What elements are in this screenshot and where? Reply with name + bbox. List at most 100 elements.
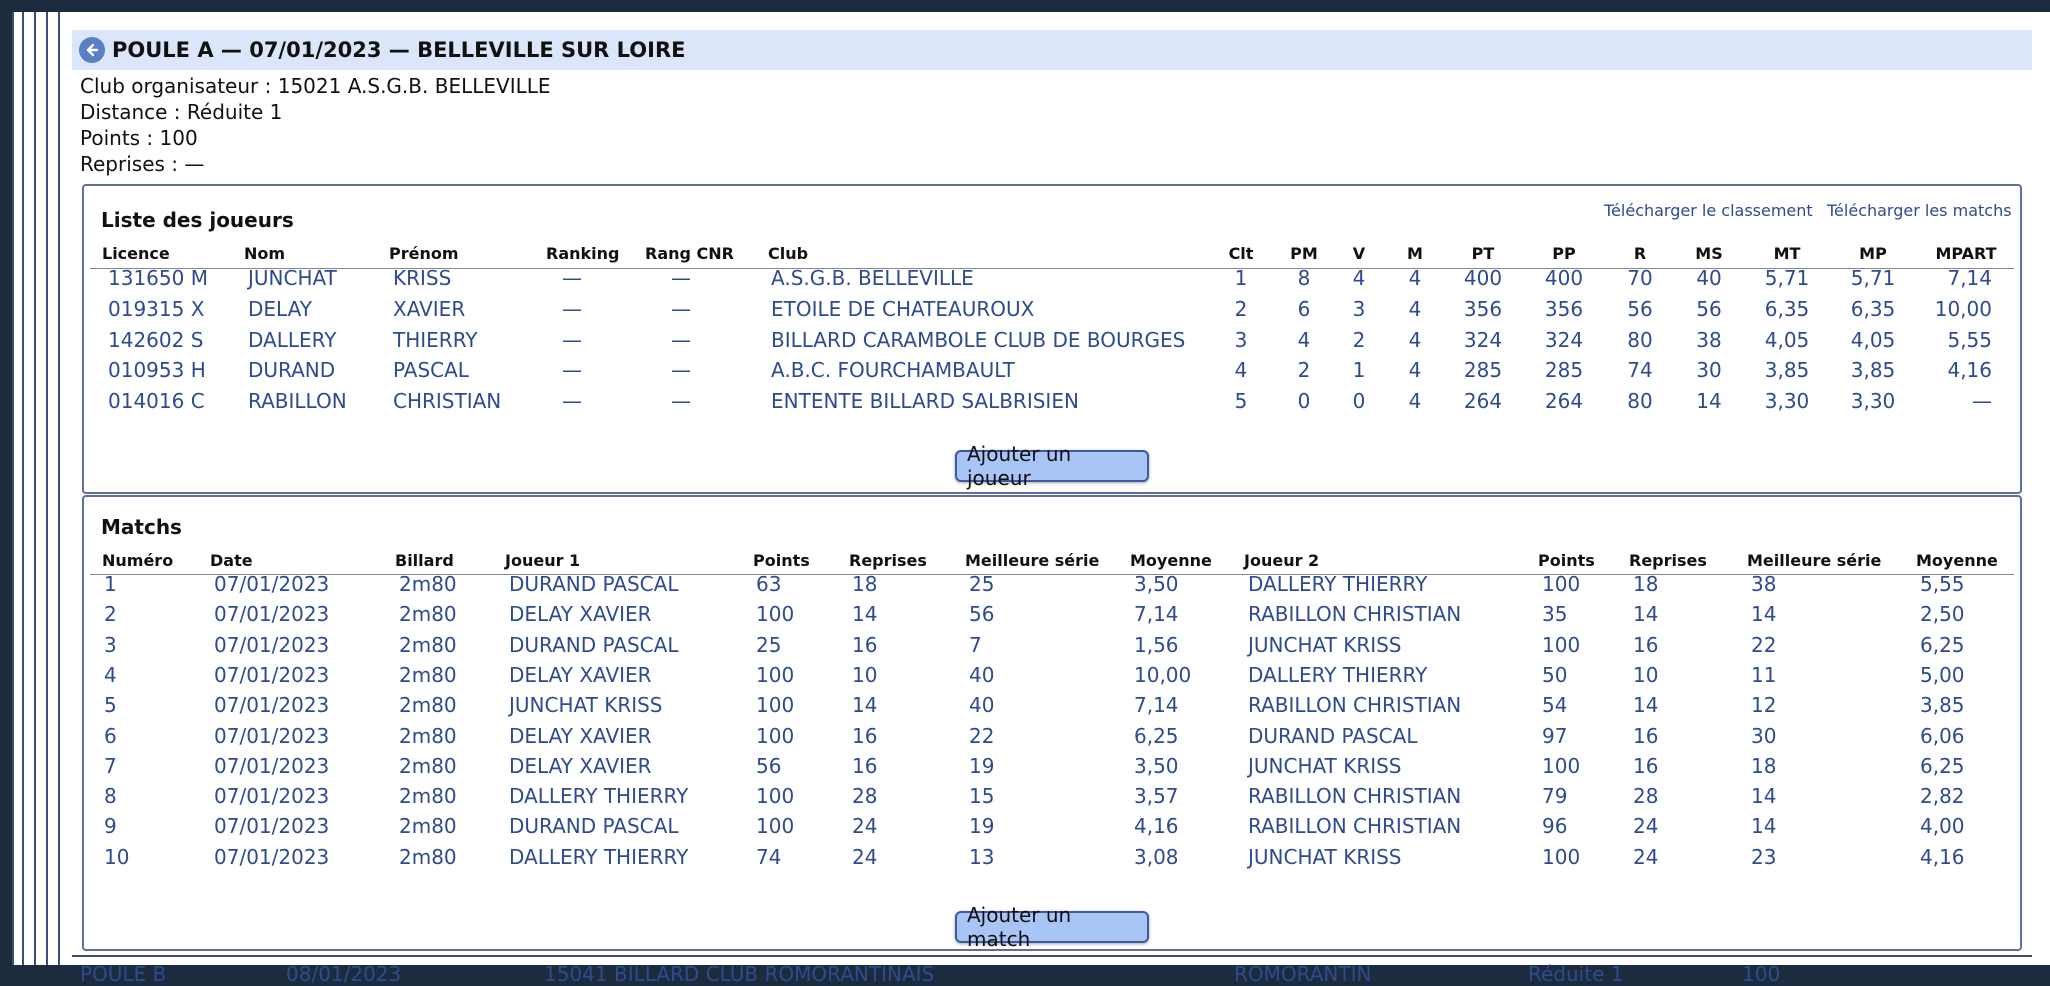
matches-column-header[interactable]: Billard [395,551,454,570]
matches-column-header[interactable]: Moyenne [1916,551,1998,570]
matches-table-cell: 07/01/2023 [214,663,330,687]
players-table-cell: — [562,266,582,290]
players-table-cell[interactable]: THIERRY [393,328,478,352]
matches-column-header[interactable]: Date [210,551,253,570]
players-table-cell[interactable]: DELAY [248,297,312,321]
players-table-cell[interactable]: DALLERY [248,328,337,352]
frame-line [34,12,36,965]
next-poule-cell: Réduite 1 [1528,962,1624,986]
matches-column-header[interactable]: Joueur 1 [505,551,580,570]
players-table-cell[interactable]: 131650 M [108,266,208,290]
matches-column-header[interactable]: Reprises [1629,551,1707,570]
matches-table-cell: 22 [1751,633,1777,657]
players-table-cell: — [1972,389,1992,413]
players-table-cell[interactable]: JUNCHAT [248,266,337,290]
matches-table-cell: 07/01/2023 [214,814,330,838]
matches-column-header[interactable]: Reprises [849,551,927,570]
matches-title: Matchs [101,515,182,539]
matches-table-cell: DALLERY THIERRY [1248,663,1428,687]
players-column-header[interactable]: Rang CNR [645,244,734,263]
next-poule-cell: 15041 BILLARD CLUB ROMORANTINAIS [544,962,935,986]
matches-column-header[interactable]: Meilleure série [965,551,1099,570]
matches-table-cell: 6,06 [1920,724,1965,748]
matches-table-cell: DELAY XAVIER [509,663,652,687]
matches-table-cell: 07/01/2023 [214,602,330,626]
add-match-button[interactable]: Ajouter un match [955,903,1149,951]
matches-table-cell: 4,16 [1920,845,1965,869]
players-table-cell[interactable]: CHRISTIAN [393,389,501,413]
players-column-header[interactable]: Licence [102,244,170,263]
matches-table-cell: 2m80 [399,814,457,838]
players-column-header[interactable]: Nom [244,244,285,263]
matches-column-header[interactable]: Moyenne [1130,551,1212,570]
players-column-header[interactable]: R [1600,244,1680,263]
matches-table-cell: 19 [969,814,995,838]
matches-table-cell: RABILLON CHRISTIAN [1248,602,1462,626]
players-table-cell: 5,55 [1947,328,1992,352]
players-table-cell[interactable]: PASCAL [393,358,469,382]
matches-table-cell: DALLERY THIERRY [509,845,689,869]
players-table-cell[interactable]: RABILLON [248,389,347,413]
players-column-header[interactable]: Ranking [546,244,619,263]
players-table-cell[interactable]: 019315 X [108,297,204,321]
back-arrow-icon[interactable] [79,37,105,63]
matches-table-cell: JUNCHAT KRISS [1248,633,1402,657]
players-column-header[interactable]: MPART [1926,244,2006,263]
players-column-header[interactable]: PP [1524,244,1604,263]
matches-table-cell: 10,00 [1134,663,1192,687]
matches-table-cell: 14 [1751,602,1777,626]
players-table-cell[interactable]: 142602 S [108,328,203,352]
players-table-cell: BILLARD CARAMBOLE CLUB DE BOURGES [771,328,1186,352]
players-column-header[interactable]: PT [1443,244,1523,263]
matches-table-cell: 24 [852,814,878,838]
players-table-cell: A.B.C. FOURCHAMBAULT [771,358,1015,382]
players-column-header[interactable]: MP [1833,244,1913,263]
matches-table-cell: 3,57 [1134,784,1179,808]
players-table-cell: — [671,297,691,321]
matches-table-cell: 35 [1542,602,1568,626]
matches-table-cell: 7,14 [1134,602,1179,626]
players-table-cell[interactable]: 014016 C [108,389,205,413]
download-ranking-link[interactable]: Télécharger le classement [1604,201,1813,220]
matches-table-cell: 100 [756,663,795,687]
players-column-header[interactable]: MS [1669,244,1749,263]
matches-table-cell: 2m80 [399,602,457,626]
matches-table-cell: 79 [1542,784,1568,808]
matches-table-cell: 14 [852,602,878,626]
matches-table-cell: 18 [1633,572,1659,596]
players-column-header[interactable]: MT [1747,244,1827,263]
players-table-cell: — [671,328,691,352]
players-table-cell: — [562,358,582,382]
players-table-cell[interactable]: 010953 H [108,358,206,382]
players-column-header[interactable]: Club [768,244,808,263]
players-table-cell: 40 [1696,266,1722,290]
matches-column-header[interactable]: Meilleure série [1747,551,1881,570]
matches-table-cell: 16 [1633,633,1659,657]
matches-table-cell: 8 [104,784,117,808]
matches-table-cell: 16 [852,754,878,778]
matches-table-cell: 4,16 [1134,814,1179,838]
matches-table-cell: 50 [1542,663,1568,687]
players-table-cell[interactable]: XAVIER [393,297,465,321]
players-table-cell: 324 [1463,328,1503,352]
matches-column-header[interactable]: Numéro [102,551,173,570]
matches-table-cell: 2m80 [399,724,457,748]
matches-table-cell: 2m80 [399,784,457,808]
next-poule-cell: ROMORANTIN [1234,962,1372,986]
players-table-cell[interactable]: KRISS [393,266,451,290]
matches-table-cell: 1 [104,572,117,596]
matches-table-cell: 74 [756,845,782,869]
matches-table-cell: 14 [1751,784,1777,808]
matches-table-cell: 30 [1751,724,1777,748]
players-table-cell: 10,00 [1934,297,1992,321]
matches-table-cell: 100 [1542,633,1581,657]
matches-column-header[interactable]: Points [753,551,810,570]
matches-column-header[interactable]: Points [1538,551,1595,570]
matches-column-header[interactable]: Joueur 2 [1244,551,1319,570]
players-table-cell[interactable]: DURAND [248,358,335,382]
players-column-header[interactable]: Prénom [389,244,459,263]
add-player-button[interactable]: Ajouter un joueur [955,442,1149,490]
matches-table-cell: 7 [104,754,117,778]
matches-table-cell: 100 [756,693,795,717]
download-matches-link[interactable]: Télécharger les matchs [1827,201,2012,220]
